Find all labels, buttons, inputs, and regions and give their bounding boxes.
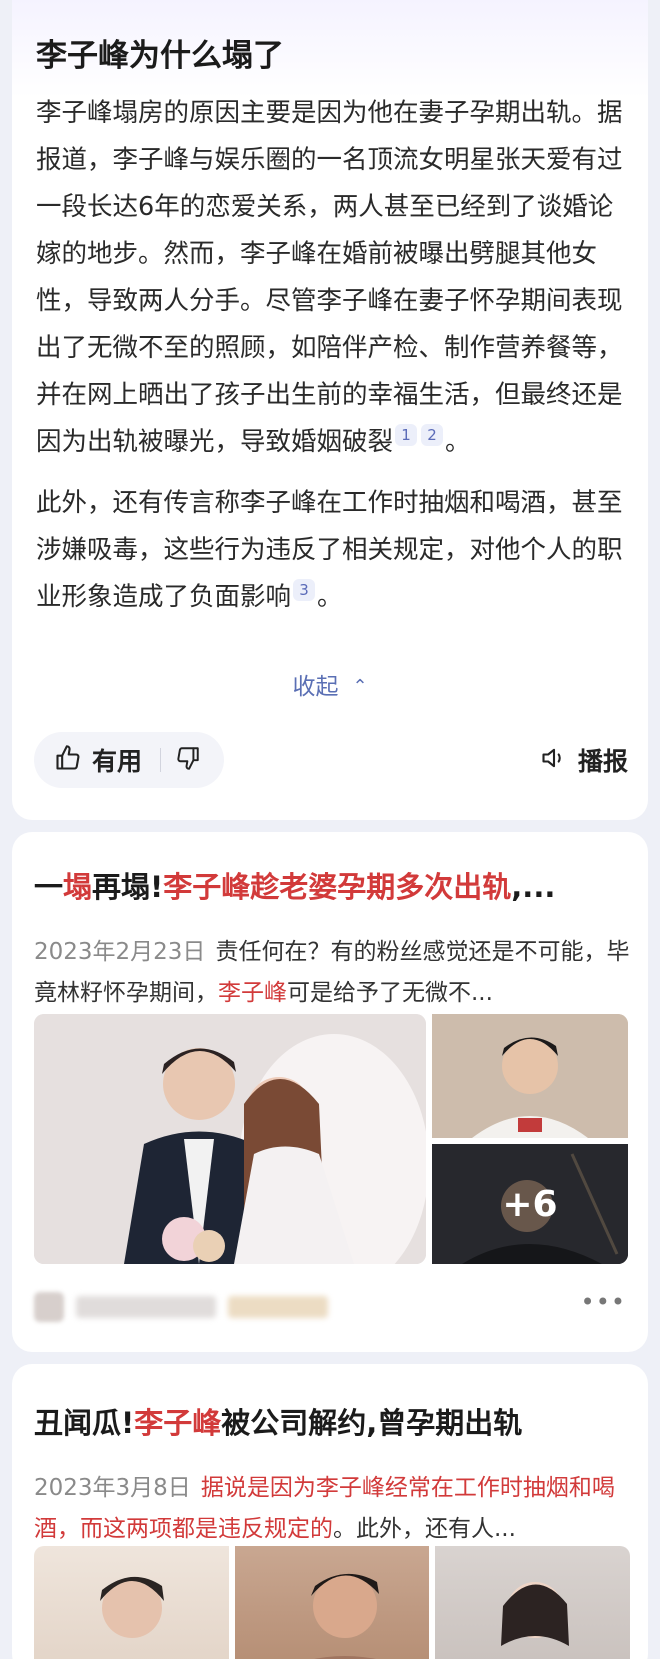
snippet-text: 。此外，还有人... [333,1516,516,1542]
answer-paragraph-2-end: 。 [317,582,343,612]
result-title-highlight: 塌 [63,870,93,904]
result-image-portrait[interactable] [432,1014,628,1138]
result-title-link[interactable]: 丑闻瓜!李子峰被公司解约,曾孕期出轨 [34,1400,630,1442]
citation-3[interactable]: 3 [293,579,316,601]
ai-answer-card: 李子峰为什么塌了 李子峰塌房的原因主要是因为他在妻子孕期出轨。据报道，李子峰与娱… [12,0,648,820]
result-title-highlight: 李子峰趁老婆孕期多次出轨 [163,870,512,904]
answer-paragraph-1: 李子峰塌房的原因主要是因为他在妻子孕期出轨。据报道，李子峰与娱乐圈的一名顶流女明… [36,90,632,466]
citation-2[interactable]: 2 [421,424,444,446]
thumbs-up-icon[interactable] [54,744,82,776]
result-image-wedding[interactable] [34,1014,426,1264]
speaker-icon [540,744,568,776]
result-title-highlight: 李子峰 [134,1406,222,1440]
result-image-2[interactable] [234,1546,430,1659]
result-title-link[interactable]: 一塌再塌!李子峰趁老婆孕期多次出轨,... [34,864,630,906]
result-title-text: 被公司解约,曾孕期出轨 [221,1406,523,1440]
answer-paragraph-1-end: 。 [445,427,471,457]
result-source-blurred [34,1292,328,1322]
more-dots-icon[interactable]: ••• [581,1288,626,1316]
source-name-blurred [76,1296,216,1318]
feedback-divider [160,748,162,772]
result-image-1[interactable] [34,1546,229,1659]
collapse-label: 收起 [292,674,339,700]
answer-paragraph-1-text: 李子峰塌房的原因主要是因为他在妻子孕期出轨。据报道，李子峰与娱乐圈的一名顶流女明… [36,98,623,457]
result-title-text: 再塌! [92,870,164,904]
result-image-3[interactable] [435,1546,631,1659]
result-snippet: 2023年3月8日 据说是因为李子峰经常在工作时抽烟和喝酒，而这两项都是违反规定的… [34,1468,630,1550]
collapse-button[interactable]: 收起 ⌃ [12,667,648,701]
search-result-card[interactable]: 丑闻瓜!李子峰被公司解约,曾孕期出轨 2023年3月8日 据说是因为李子峰经常在工… [12,1364,648,1659]
thumbs-down-icon[interactable] [175,745,201,775]
source-favicon-blurred [34,1292,64,1322]
chevron-up-icon: ⌃ [352,676,368,697]
broadcast-label: 播报 [577,747,628,776]
search-result-card[interactable]: 一塌再塌!李子峰趁老婆孕期多次出轨,... 2023年2月23日 责任何在？有的粉… [12,832,648,1352]
result-snippet: 2023年2月23日 责任何在？有的粉丝感觉还是不可能，毕竟林籽怀孕期间，李子峰可… [34,932,630,1014]
more-images-count[interactable]: +6 [432,1144,628,1264]
useful-button[interactable]: 有用 [92,742,142,778]
result-image-drama-still[interactable]: +6 [432,1144,628,1264]
feedback-pill: 有用 [34,732,224,788]
result-title-text: ,... [511,870,556,904]
result-title-text: 丑闻瓜! [34,1406,135,1440]
answer-paragraph-2: 此外，还有传言称李子峰在工作时抽烟和喝酒，甚至涉嫌吸毒，这些行为违反了相关规定，… [36,480,632,621]
answer-title: 李子峰为什么塌了 [36,38,284,74]
result-image-row [34,1546,631,1659]
snippet-text: 可是给予了无微不... [287,980,493,1006]
source-meta-blurred [228,1296,328,1318]
result-title-text: 一 [34,870,64,904]
result-date: 2023年2月23日 [34,939,206,965]
answer-body: 李子峰塌房的原因主要是因为他在妻子孕期出轨。据报道，李子峰与娱乐圈的一名顶流女明… [36,90,632,621]
citation-1[interactable]: 1 [395,424,418,446]
snippet-highlight: 李子峰 [218,980,287,1006]
result-date: 2023年3月8日 [34,1475,191,1501]
broadcast-button[interactable]: 播报 [540,742,628,778]
